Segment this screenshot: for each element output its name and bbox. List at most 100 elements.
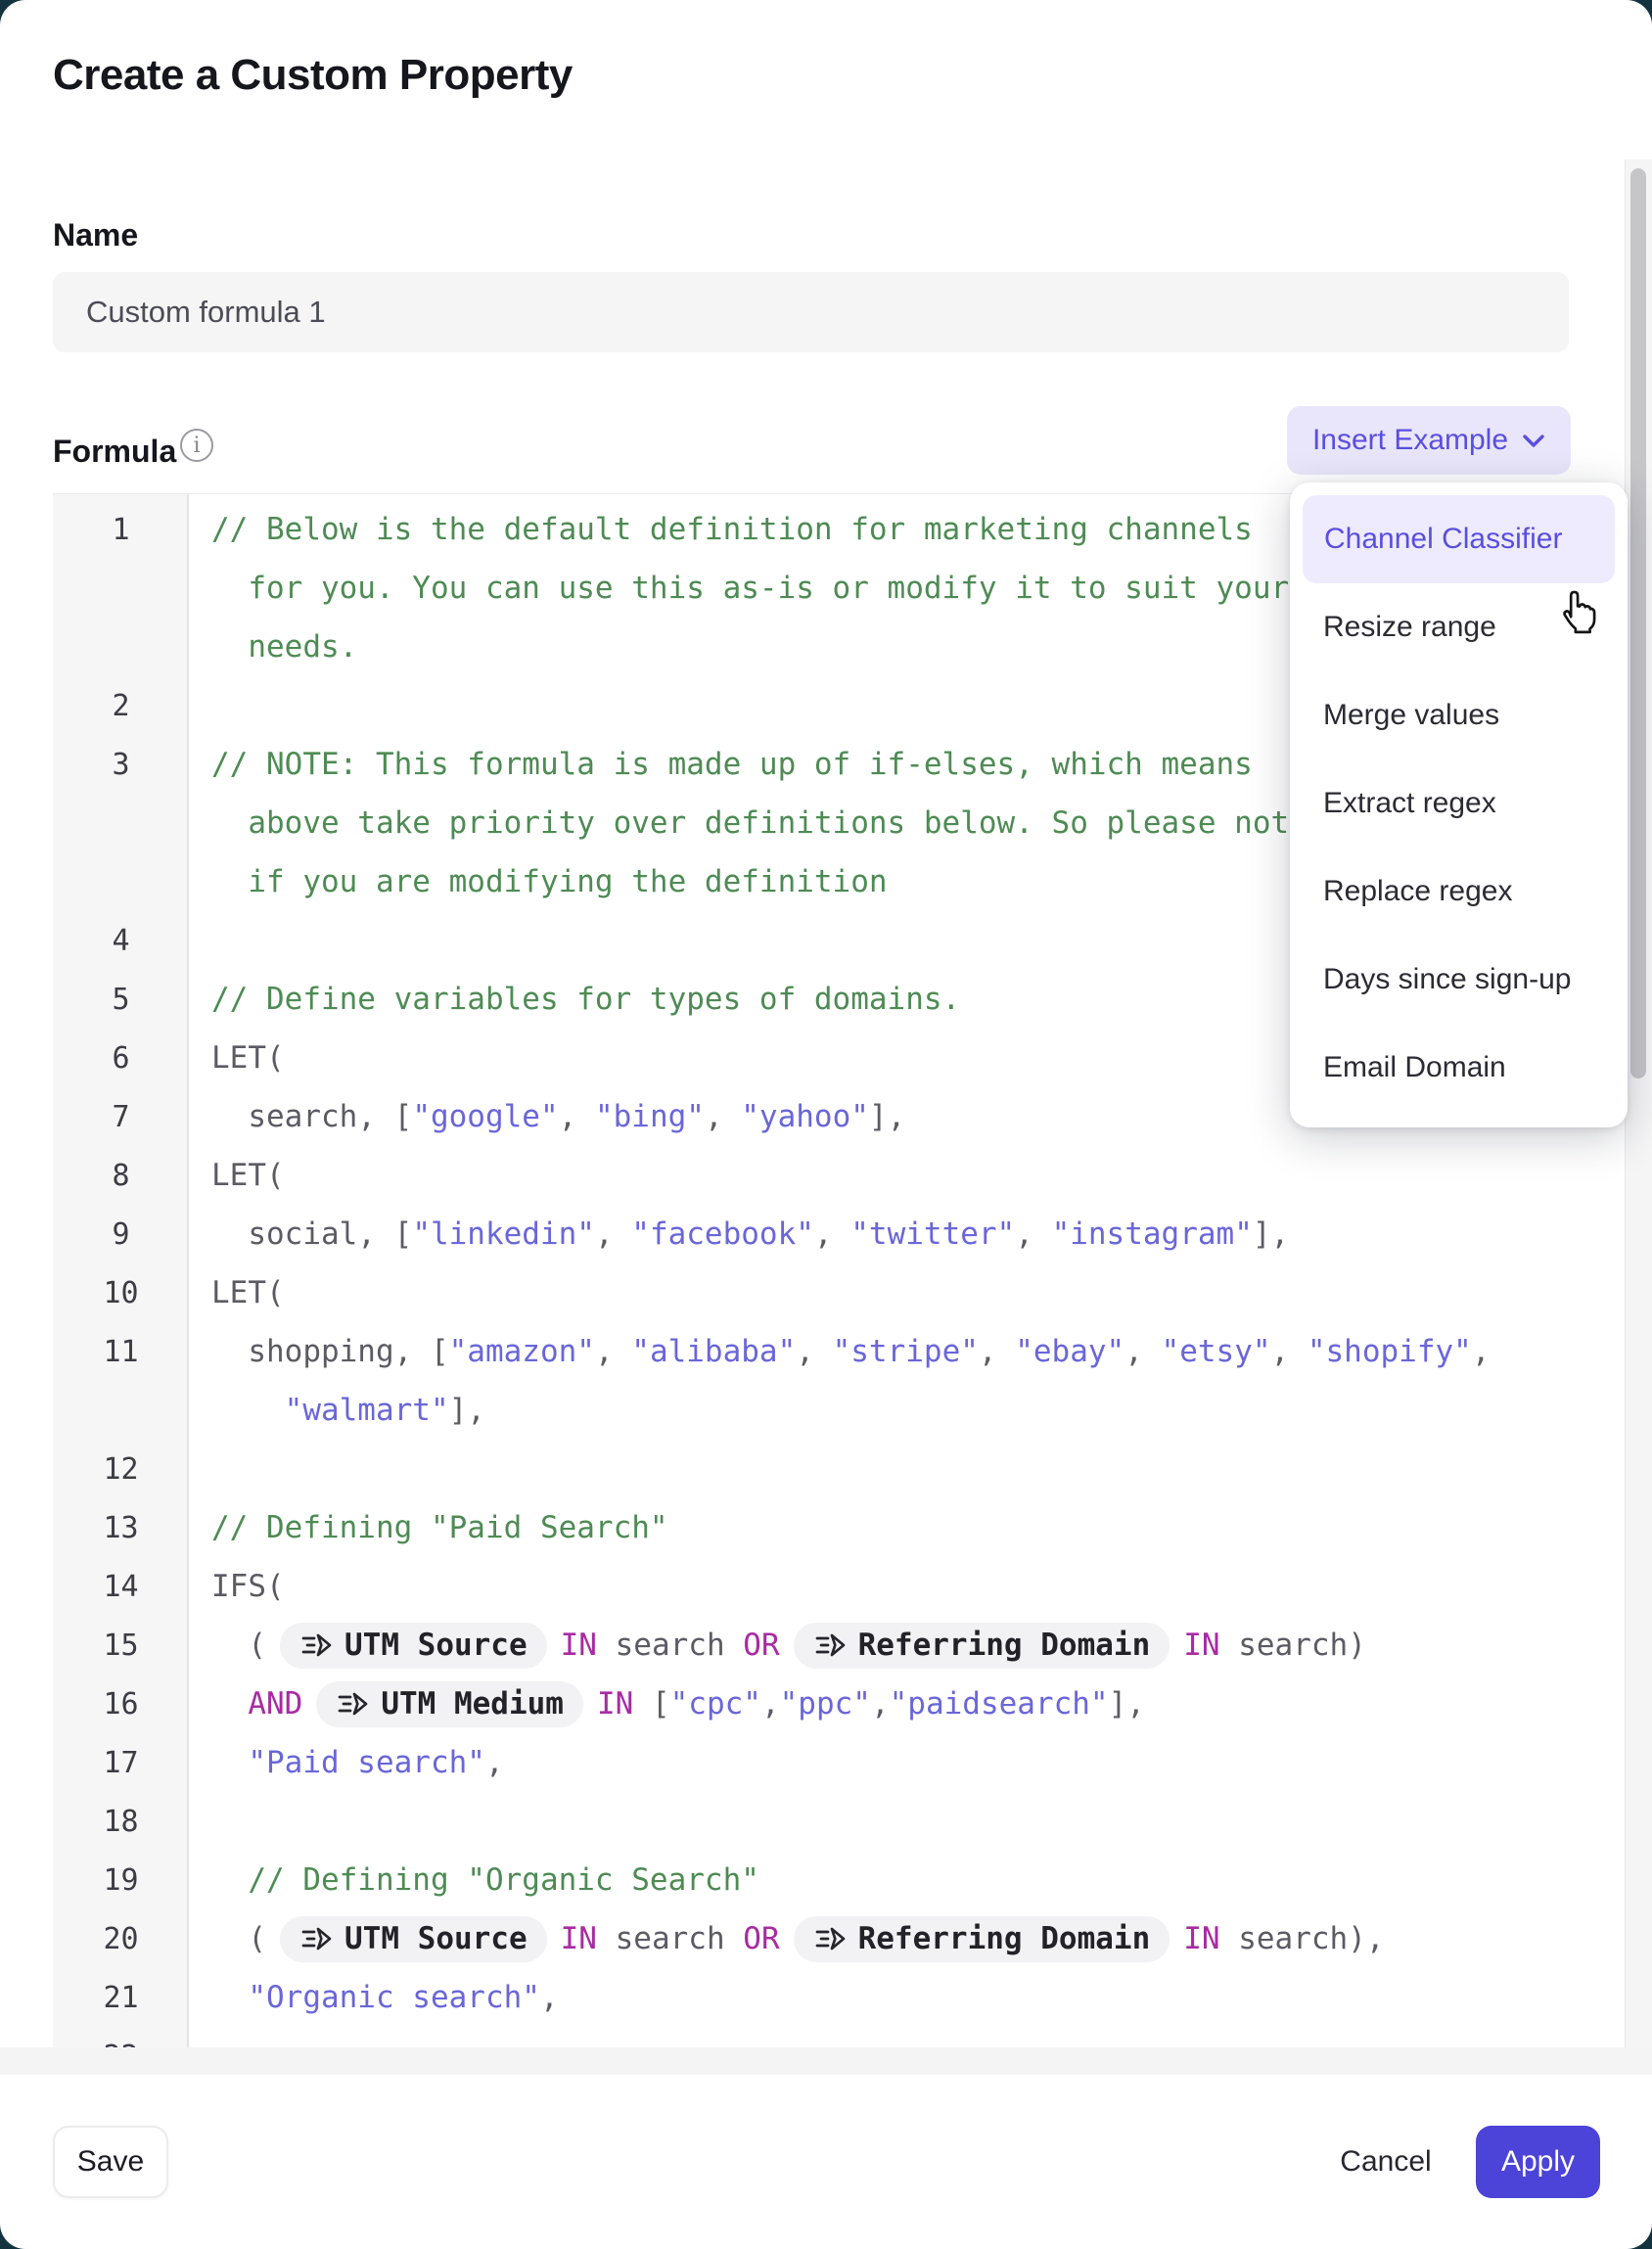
- code-text: ,: [1472, 1334, 1491, 1369]
- code-comment: // Below is the default definition for m…: [211, 512, 1253, 547]
- code-text: search, [: [211, 1099, 412, 1134]
- property-chip-label: UTM Medium: [381, 1686, 564, 1721]
- insert-example-menu: Channel ClassifierResize rangeMerge valu…: [1290, 482, 1628, 1127]
- code-line: 22: [53, 2027, 1569, 2048]
- code-text: (: [211, 1628, 266, 1663]
- property-chip[interactable]: UTM Medium: [316, 1681, 583, 1727]
- code-text: search: [597, 1628, 743, 1663]
- name-input-value: Custom formula 1: [86, 295, 326, 330]
- code-comment: for you. You can use this as-is or modif…: [211, 571, 1289, 606]
- menu-item-replace-regex[interactable]: Replace regex: [1290, 848, 1628, 936]
- code-string: "Paid search": [211, 1745, 485, 1780]
- line-number: 16: [53, 1687, 189, 1721]
- menu-item-resize-range[interactable]: Resize range: [1290, 583, 1628, 671]
- code-line: 9 social, ["linkedin", "facebook", "twit…: [53, 1205, 1569, 1263]
- menu-item-days-since-sign-up[interactable]: Days since sign-up: [1290, 936, 1628, 1024]
- code-content: "Organic search",: [189, 1980, 559, 2015]
- code-text: ,: [1271, 1334, 1308, 1369]
- line-number: 5: [53, 983, 189, 1017]
- name-input[interactable]: Custom formula 1: [53, 272, 1569, 352]
- code-line: 16 ANDUTM MediumIN ["cpc","ppc","paidsea…: [53, 1675, 1569, 1733]
- code-content: LET(: [189, 1158, 285, 1193]
- code-line: 21 "Organic search",: [53, 1968, 1569, 2027]
- code-text: shopping, [: [211, 1334, 449, 1369]
- code-text: search): [1220, 1628, 1366, 1663]
- code-text: ,: [595, 1216, 631, 1252]
- code-string: "stripe": [833, 1334, 979, 1369]
- cancel-button[interactable]: Cancel: [1317, 2126, 1454, 2198]
- code-comment: // NOTE: This formula is made up of if-e…: [211, 747, 1253, 782]
- line-number: 3: [53, 748, 189, 782]
- code-text: ],: [1109, 1686, 1145, 1721]
- menu-item-email-domain[interactable]: Email Domain: [1290, 1024, 1628, 1112]
- insert-example-button[interactable]: Insert Example: [1287, 406, 1571, 475]
- apply-button[interactable]: Apply: [1476, 2126, 1600, 2198]
- code-text: IFS(: [211, 1569, 285, 1604]
- line-number: 14: [53, 1570, 189, 1604]
- scrollbar-thumb[interactable]: [1630, 168, 1646, 1079]
- code-text: ,: [485, 1745, 504, 1780]
- line-number: 8: [53, 1159, 189, 1193]
- code-content: social, ["linkedin", "facebook", "twitte…: [189, 1216, 1289, 1252]
- code-keyword: IN: [1183, 1628, 1219, 1663]
- modal-scrollbar[interactable]: [1625, 160, 1652, 2047]
- line-number: 2: [53, 689, 189, 723]
- code-line: 14 IFS(: [53, 1557, 1569, 1616]
- code-content: for you. You can use this as-is or modif…: [189, 571, 1289, 606]
- code-comment: // Defining "Paid Search": [211, 1510, 668, 1545]
- property-chip[interactable]: UTM Source: [280, 1916, 547, 1962]
- code-comment: // Defining "Organic Search": [211, 1862, 759, 1898]
- property-chip[interactable]: Referring Domain: [794, 1623, 1170, 1669]
- menu-item-merge-values[interactable]: Merge values: [1290, 671, 1628, 759]
- code-text: ,: [814, 1216, 850, 1252]
- property-chip[interactable]: UTM Source: [280, 1623, 547, 1669]
- code-keyword: IN: [561, 1628, 597, 1663]
- code-text: [: [633, 1686, 669, 1721]
- property-chip[interactable]: Referring Domain: [794, 1916, 1170, 1962]
- line-number: 9: [53, 1217, 189, 1252]
- code-keyword: IN: [597, 1686, 633, 1721]
- code-content: // Defining "Organic Search": [189, 1862, 759, 1898]
- code-text: ],: [449, 1393, 485, 1428]
- code-content: if you are modifying the definition: [189, 864, 888, 899]
- code-content: ( UTM Source IN search OR Referring Domain I…: [189, 1623, 1366, 1669]
- code-content: search, ["google", "bing", "yahoo"],: [189, 1099, 905, 1134]
- code-string: "facebook": [631, 1216, 814, 1252]
- property-token-icon: [813, 1924, 847, 1953]
- code-text: LET(: [211, 1158, 285, 1193]
- info-icon[interactable]: i: [180, 429, 213, 462]
- code-text: [211, 1393, 285, 1428]
- code-string: "amazon": [449, 1334, 595, 1369]
- code-string: "cpc": [670, 1686, 761, 1721]
- code-text: ],: [1253, 1216, 1289, 1252]
- property-chip-label: Referring Domain: [858, 1628, 1151, 1663]
- line-number: 18: [53, 1805, 189, 1839]
- save-button[interactable]: Save: [53, 2126, 168, 2198]
- line-number: 15: [53, 1629, 189, 1663]
- code-comment: if you are modifying the definition: [211, 864, 888, 899]
- line-number: 12: [53, 1452, 189, 1487]
- code-text: social, [: [211, 1216, 412, 1252]
- line-number: 17: [53, 1746, 189, 1780]
- code-keyword: IN: [1183, 1921, 1219, 1956]
- code-text: ,: [1124, 1334, 1161, 1369]
- code-string: "ebay": [1015, 1334, 1124, 1369]
- code-content: (UTM SourceIN search ORReferring DomainI…: [189, 1916, 1385, 1962]
- code-comment: above take priority over definitions bel…: [211, 805, 1308, 841]
- property-chip-label: UTM Source: [344, 1921, 528, 1956]
- code-string: "twitter": [850, 1216, 1015, 1252]
- code-content: LET(: [189, 1040, 285, 1076]
- chevron-down-icon: [1522, 434, 1545, 448]
- menu-item-extract-regex[interactable]: Extract regex: [1290, 759, 1628, 848]
- code-line: 11 shopping, ["amazon", "alibaba", "stri…: [53, 1322, 1569, 1381]
- code-text: ],: [869, 1099, 905, 1134]
- code-line: 15 ( UTM Source IN search OR Referring Doma…: [53, 1616, 1569, 1675]
- code-string: "paidsearch": [890, 1686, 1109, 1721]
- code-keyword: OR: [743, 1628, 779, 1663]
- line-number: 11: [53, 1335, 189, 1369]
- code-text: ,: [979, 1334, 1015, 1369]
- menu-item-channel-classifier[interactable]: Channel Classifier: [1303, 495, 1615, 583]
- code-content: // Below is the default definition for m…: [189, 512, 1253, 547]
- code-text: search),: [1220, 1921, 1385, 1956]
- code-content: needs.: [189, 629, 357, 665]
